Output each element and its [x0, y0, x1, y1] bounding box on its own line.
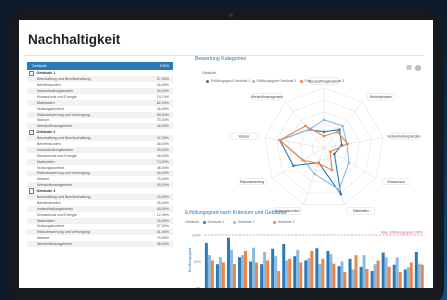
bar[interactable]	[255, 262, 259, 288]
bar[interactable]	[229, 249, 233, 288]
bar[interactable]	[315, 248, 319, 288]
bar[interactable]	[241, 255, 245, 288]
bar[interactable]	[215, 264, 219, 288]
bar[interactable]	[260, 264, 264, 288]
bar[interactable]	[329, 254, 333, 288]
bar[interactable]	[370, 271, 374, 288]
bar[interactable]	[365, 268, 369, 288]
bar[interactable]	[326, 250, 330, 288]
bar[interactable]	[288, 258, 292, 288]
bar[interactable]	[226, 237, 230, 288]
target-label: Max. Erfüllungsgrad 100%	[381, 231, 424, 235]
bar[interactable]	[299, 262, 303, 288]
y-tick-label: 0%	[196, 286, 202, 288]
bar[interactable]	[296, 249, 300, 288]
bar[interactable]	[359, 266, 363, 288]
bar[interactable]	[293, 256, 297, 288]
bar[interactable]	[387, 266, 391, 288]
dashboard-screen: Nachhaltigkeit Gebäude 100% − Gebäude 1 Be…	[19, 20, 433, 288]
bar[interactable]	[392, 264, 396, 288]
bar[interactable]	[403, 269, 407, 288]
bar[interactable]	[249, 261, 253, 289]
bar[interactable]	[282, 244, 286, 288]
bar[interactable]	[321, 258, 325, 288]
bar[interactable]	[398, 272, 402, 288]
bar[interactable]	[354, 255, 358, 288]
y-tick-label: 50%	[194, 260, 202, 264]
bar[interactable]	[271, 248, 275, 288]
bar[interactable]	[218, 257, 222, 288]
bar[interactable]	[285, 260, 289, 288]
bar[interactable]	[252, 247, 256, 288]
bar[interactable]	[337, 266, 341, 288]
bar[interactable]	[343, 272, 347, 288]
bar[interactable]	[409, 262, 413, 288]
bar[interactable]	[420, 264, 424, 288]
bar[interactable]	[373, 264, 377, 288]
bar[interactable]	[274, 256, 278, 288]
bar[interactable]	[207, 255, 211, 288]
bar[interactable]	[232, 264, 236, 288]
bar[interactable]	[204, 242, 208, 288]
bar[interactable]	[238, 257, 242, 288]
bar[interactable]	[417, 263, 421, 288]
bar[interactable]	[277, 271, 281, 288]
camera-icon	[229, 13, 233, 17]
bar[interactable]	[376, 260, 380, 288]
bar[interactable]	[406, 267, 410, 288]
bar[interactable]	[310, 250, 314, 288]
bar[interactable]	[362, 255, 366, 288]
bar[interactable]	[381, 252, 385, 288]
bar-chart: 100% 50% 0% Erfüllungsgrad Max. Erfüllungsgr…	[188, 231, 425, 289]
bar[interactable]	[244, 250, 247, 288]
bar[interactable]	[263, 251, 267, 288]
bar[interactable]	[304, 260, 308, 288]
bar[interactable]	[414, 251, 418, 288]
bar[interactable]	[348, 258, 352, 288]
bar[interactable]	[340, 261, 344, 289]
bar[interactable]	[266, 260, 270, 288]
bar[interactable]	[384, 257, 388, 288]
background: Nachhaltigkeit Gebäude 100% − Gebäude 1 Be…	[0, 0, 447, 300]
y-axis-label: Erfüllungsgrad	[188, 248, 192, 272]
bar[interactable]	[210, 260, 214, 288]
bar[interactable]	[332, 263, 336, 288]
bar[interactable]	[307, 258, 311, 288]
bar[interactable]	[221, 262, 225, 288]
y-tick-label: 100%	[192, 233, 202, 237]
bar[interactable]	[318, 264, 322, 288]
bar[interactable]	[395, 257, 399, 288]
bar[interactable]	[351, 269, 355, 288]
